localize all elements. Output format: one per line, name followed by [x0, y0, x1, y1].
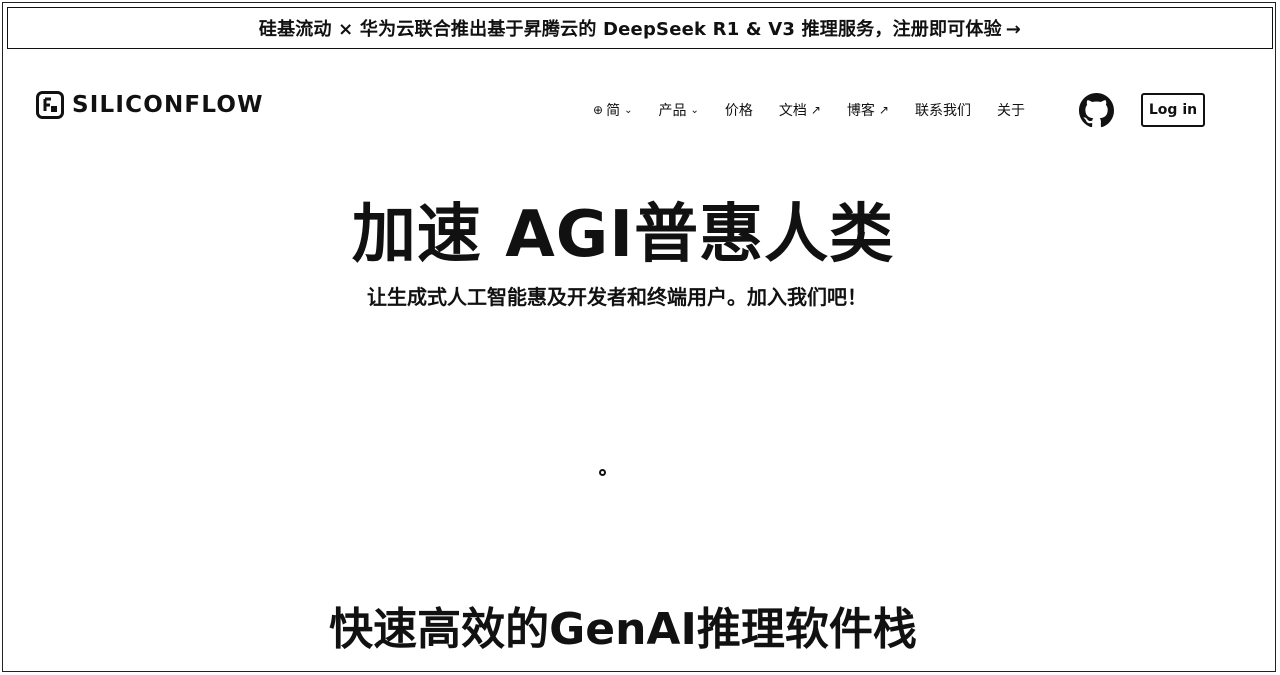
nav-about[interactable]: 关于 [997, 100, 1025, 120]
nav-blog-label: 博客 [846, 103, 875, 119]
nav-language-label: 简 [606, 103, 621, 119]
login-button[interactable]: Log in [1141, 93, 1205, 127]
nav-products-label: 产品 [658, 103, 687, 119]
announcement-text: 硅基流动 × 华为云联合推出基于昇腾云的 DeepSeek R1 & V3 推理… [258, 19, 1002, 40]
chevron-down-icon: ⌄ [690, 104, 699, 116]
logo[interactable]: SILICONFLOW [36, 91, 264, 119]
section-title: 快速高效的GenAI推理软件栈 [329, 604, 917, 655]
main-nav: ⊕ 简 ⌄ 产品 ⌄ 价格 文档 ↗ 博客 ↗ 联系我们 关于 [593, 95, 1051, 125]
nav-language[interactable]: ⊕ 简 ⌄ [593, 100, 632, 120]
nav-contact-label: 联系我们 [914, 103, 971, 119]
nav-blog[interactable]: 博客 ↗ [847, 100, 889, 120]
announcement-link[interactable]: 硅基流动 × 华为云联合推出基于昇腾云的 DeepSeek R1 & V3 推理… [259, 15, 1021, 41]
arrow-right-icon: → [1005, 19, 1022, 40]
external-link-icon: ↗ [810, 103, 821, 117]
site-header: SILICONFLOW ⊕ 简 ⌄ 产品 ⌄ 价格 文档 ↗ 博客 ↗ 联系我们… [3, 75, 1275, 139]
nav-pricing[interactable]: 价格 [725, 100, 753, 120]
page-frame: 硅基流动 × 华为云联合推出基于昇腾云的 DeepSeek R1 & V3 推理… [2, 2, 1276, 672]
nav-docs[interactable]: 文档 ↗ [779, 100, 821, 120]
hero-title: 加速 AGI普惠人类 [351, 198, 895, 272]
globe-icon: ⊕ [593, 103, 604, 117]
hero-subtitle: 让生成式人工智能惠及开发者和终端用户。加入我们吧！ [367, 285, 867, 309]
siliconflow-logo-icon [36, 91, 64, 119]
nav-contact[interactable]: 联系我们 [915, 100, 971, 120]
nav-docs-label: 文档 [778, 103, 807, 119]
chevron-down-icon: ⌄ [624, 104, 633, 116]
loading-indicator [599, 469, 606, 476]
nav-pricing-label: 价格 [724, 103, 753, 119]
nav-products[interactable]: 产品 ⌄ [658, 100, 698, 120]
nav-about-label: 关于 [996, 103, 1025, 119]
github-icon[interactable] [1079, 93, 1114, 128]
announcement-banner: 硅基流动 × 华为云联合推出基于昇腾云的 DeepSeek R1 & V3 推理… [7, 7, 1273, 49]
external-link-icon: ↗ [878, 103, 889, 117]
logo-text: SILICONFLOW [72, 92, 264, 118]
